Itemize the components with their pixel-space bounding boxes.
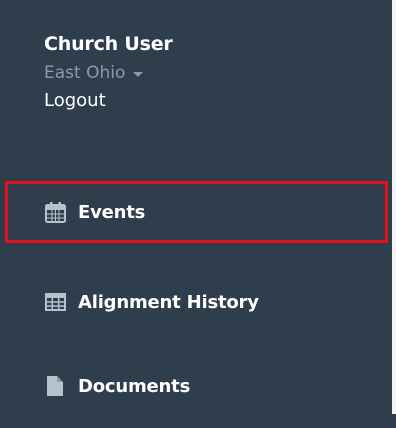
sidebar-right-border [392,0,396,414]
region-label: East Ohio [44,63,126,83]
sidebar-nav: Events Alignment History Documents [0,178,392,428]
user-block: Church User East Ohio Logout [44,31,173,113]
sidebar-item-label: Events [78,201,146,223]
region-dropdown[interactable]: East Ohio [44,62,173,84]
sidebar-item-label: Documents [78,375,191,397]
calendar-icon [44,201,66,223]
logout-link[interactable]: Logout [44,89,173,113]
table-icon [44,291,66,313]
sidebar-item-documents[interactable]: Documents [0,344,392,428]
document-icon [44,375,66,397]
sidebar-item-label: Alignment History [78,291,259,313]
user-name: Church User [44,33,173,55]
caret-down-icon [133,71,144,77]
sidebar-item-events[interactable]: Events [0,178,392,246]
sidebar-item-alignment-history[interactable]: Alignment History [0,260,392,344]
